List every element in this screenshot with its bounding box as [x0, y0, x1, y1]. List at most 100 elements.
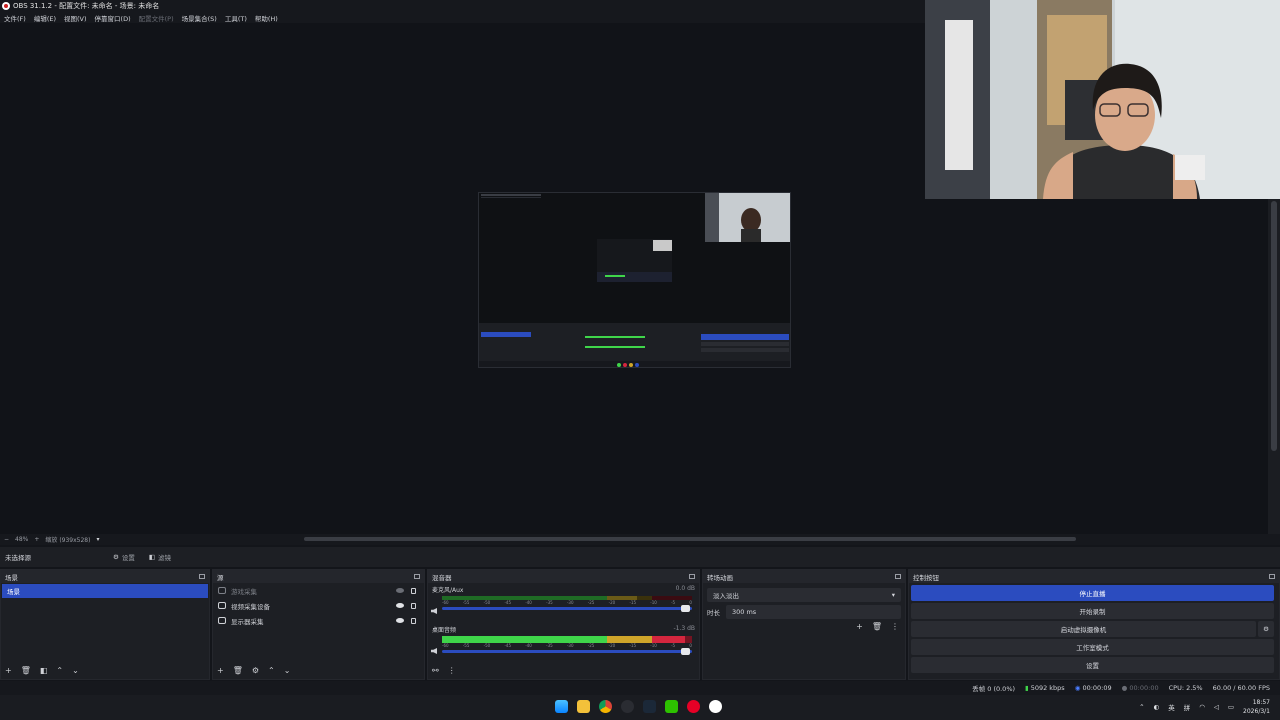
scale-tick: -10	[650, 643, 657, 648]
move-up-chevron-icon[interactable]: ⌃	[268, 666, 275, 675]
netease-music-icon[interactable]	[687, 700, 700, 713]
speaker-icon[interactable]	[431, 648, 437, 654]
speaker-icon[interactable]	[431, 608, 437, 614]
menu-view[interactable]: 视图(V)	[64, 13, 87, 23]
meter-scale: -60 -55 -50 -45 -40 -35 -30 -25 -20 -15 …	[442, 643, 692, 648]
remove-scene-trash-icon[interactable]: 🗑	[21, 666, 31, 675]
clock[interactable]: 18:57 2026/3/1	[1243, 698, 1270, 716]
chrome-icon[interactable]	[599, 700, 612, 713]
transition-select[interactable]: 淡入淡出 ▾	[707, 588, 901, 602]
scale-tick: -60	[442, 643, 449, 648]
monitor-icon	[218, 617, 226, 624]
preview-horizontal-scrollbar[interactable]	[304, 537, 1076, 541]
studio-mode-button[interactable]: 工作室模式	[911, 639, 1274, 655]
steam-icon[interactable]	[643, 700, 656, 713]
windows-start-icon[interactable]	[555, 700, 568, 713]
add-transition-button[interactable]: +	[856, 622, 863, 631]
stop-streaming-button[interactable]: 停止直播	[911, 585, 1274, 601]
dock-float-icon[interactable]	[199, 574, 205, 579]
source-item-video-capture[interactable]: 视频采集设备	[213, 598, 424, 613]
scenes-dock-header: 场景	[1, 570, 209, 583]
obs-icon[interactable]	[709, 700, 722, 713]
scene-list-item[interactable]: 场景	[2, 584, 208, 598]
dropped-frames: 丢帧 0 (0.0%)	[972, 685, 1016, 693]
battery-icon[interactable]: ▭	[1228, 703, 1234, 711]
volume-slider-knob[interactable]	[681, 648, 690, 655]
webcam-video	[925, 0, 1280, 199]
scale-tick: -20	[608, 643, 616, 648]
scale-tick: -55	[462, 600, 470, 605]
lock-icon[interactable]	[411, 587, 416, 594]
input-method[interactable]: 拼	[1184, 702, 1191, 712]
add-scene-button[interactable]: +	[5, 666, 12, 675]
dock-float-icon[interactable]	[414, 574, 420, 579]
wechat-icon[interactable]	[665, 700, 678, 713]
tray-chevron-up-icon[interactable]: ⌃	[1139, 703, 1144, 711]
settings-button[interactable]: 设置	[911, 657, 1274, 673]
duration-spinbox[interactable]: 300 ms	[726, 605, 901, 619]
scale-tick: -55	[462, 643, 470, 648]
virtual-camera-gear-icon[interactable]: ⚙	[1258, 621, 1274, 637]
file-explorer-icon[interactable]	[577, 700, 590, 713]
volume-slider[interactable]	[442, 648, 692, 655]
move-up-chevron-icon[interactable]: ⌃	[56, 666, 63, 675]
move-down-chevron-icon[interactable]: ⌄	[284, 666, 291, 675]
menu-scene-collection[interactable]: 场景集合(S)	[182, 13, 217, 23]
menu-file[interactable]: 文件(F)	[4, 13, 26, 23]
volume-slider[interactable]	[442, 605, 692, 612]
mixer-link-icon[interactable]: ⚯	[432, 666, 439, 675]
mixer-menu-icon[interactable]: ⋮	[448, 666, 456, 675]
lock-icon[interactable]	[411, 617, 416, 624]
meter-yellow-zone	[607, 636, 652, 643]
meter-scale: -60 -55 -50 -45 -40 -35 -30 -25 -20 -15 …	[442, 600, 692, 605]
scene-filters-icon[interactable]: ◧	[40, 666, 48, 675]
tray-app-icon[interactable]: ◐	[1154, 703, 1160, 711]
hidden-eye-icon[interactable]	[396, 588, 404, 593]
clock-time: 18:57	[1252, 699, 1270, 706]
source-item-display-capture[interactable]: 显示器采集	[213, 613, 424, 628]
scale-tick: -60	[442, 600, 449, 605]
move-down-chevron-icon[interactable]: ⌄	[72, 666, 79, 675]
scrollbar-thumb[interactable]	[1271, 201, 1277, 451]
input-language[interactable]: 英	[1168, 702, 1175, 712]
remove-transition-trash-icon[interactable]: 🗑	[872, 622, 882, 631]
menu-tools[interactable]: 工具(T)	[225, 13, 247, 23]
scale-tick: -25	[587, 643, 595, 648]
zoom-level: 48%	[15, 536, 29, 543]
preview-vertical-scrollbar[interactable]	[1268, 199, 1280, 534]
source-item-game-capture[interactable]: 游戏采集	[213, 583, 424, 598]
volume-icon[interactable]: ◁	[1214, 703, 1219, 711]
record-icon: ●	[1121, 684, 1128, 692]
menu-help[interactable]: 帮助(H)	[255, 13, 278, 23]
source-filters-button[interactable]: ◧ 滤镜	[149, 552, 171, 562]
add-source-button[interactable]: +	[217, 666, 224, 675]
zoom-dropdown-icon[interactable]: ▾	[96, 536, 99, 543]
transition-menu-icon[interactable]: ⋮	[891, 622, 899, 631]
nested-preview-graphic	[479, 193, 790, 367]
eye-icon[interactable]	[396, 618, 404, 623]
transitions-dock-header: 转场动画	[703, 570, 905, 583]
menu-profile[interactable]: 配置文件(P)	[139, 13, 174, 23]
source-settings-button[interactable]: ⚙ 设置	[113, 552, 135, 562]
start-recording-button[interactable]: 开始录制	[911, 603, 1274, 619]
dock-float-icon[interactable]	[895, 574, 901, 579]
menu-edit[interactable]: 编辑(E)	[34, 13, 56, 23]
dock-float-icon[interactable]	[689, 574, 695, 579]
scenes-toolbar: + 🗑 ◧ ⌃ ⌄	[5, 666, 79, 675]
zoom-out-button[interactable]: −	[4, 536, 9, 543]
dock-float-icon[interactable]	[1269, 574, 1275, 579]
remove-source-trash-icon[interactable]: 🗑	[233, 666, 243, 675]
source-item-label: 游戏采集	[231, 587, 257, 596]
source-properties-gear-icon[interactable]: ⚙	[252, 666, 259, 675]
menu-docks[interactable]: 停靠窗口(D)	[95, 13, 131, 23]
lock-icon[interactable]	[411, 602, 416, 609]
eye-icon[interactable]	[396, 603, 404, 608]
volume-slider-knob[interactable]	[681, 605, 690, 612]
scale-tick: -35	[546, 643, 553, 648]
app-icon[interactable]	[621, 700, 634, 713]
wifi-icon[interactable]: ◠	[1199, 703, 1205, 711]
zoom-in-button[interactable]: +	[34, 536, 39, 543]
scale-tick: -25	[587, 600, 595, 605]
start-virtual-camera-button[interactable]: 启动虚拟摄像机	[911, 621, 1256, 637]
taskbar-apps	[555, 700, 722, 713]
